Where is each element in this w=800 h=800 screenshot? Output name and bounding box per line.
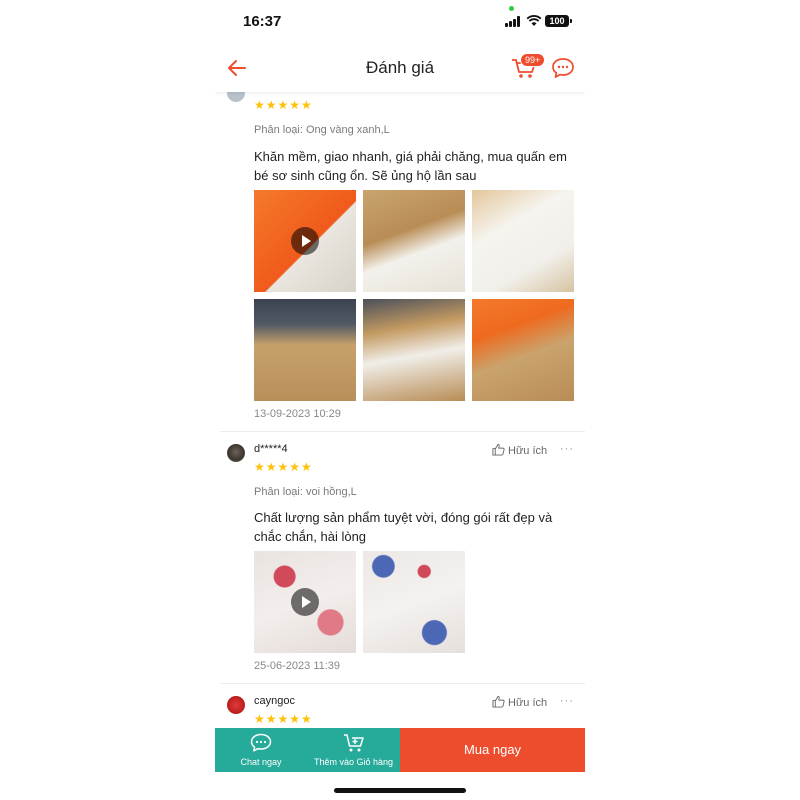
home-indicator (334, 788, 466, 793)
review-photo[interactable] (363, 551, 465, 653)
helpful-label: Hữu ích (508, 445, 548, 457)
add-to-cart-icon (344, 734, 364, 752)
signal-icon (505, 16, 521, 27)
battery-icon: 100 (545, 15, 569, 27)
phone-screen: 16:37 100 Đánh giá 99+ ★★★★★ Phân loại: … (215, 0, 585, 800)
cart-badge: 99+ (520, 53, 546, 67)
rating-stars: ★★★★★ (254, 712, 313, 726)
reviewer-name: cayngoc (254, 695, 295, 707)
review-photo[interactable] (363, 190, 465, 292)
review-photo[interactable] (472, 299, 574, 401)
add-to-cart-label: Thêm vào Giỏ hàng (313, 757, 394, 767)
more-options-button[interactable]: ··· (560, 695, 574, 707)
chat-now-button[interactable]: Chat ngay (215, 728, 307, 772)
bottom-action-bar: Chat ngay Thêm vào Giỏ hàng Mua ngay (215, 728, 585, 772)
review-date: 25-06-2023 11:39 (254, 660, 341, 672)
status-bar: 16:37 100 (215, 0, 585, 44)
divider (220, 683, 585, 684)
thumbs-up-icon (492, 443, 505, 456)
play-icon (291, 227, 319, 255)
review-video-thumbnail[interactable] (254, 551, 356, 653)
avatar (227, 444, 245, 462)
review-photo[interactable] (472, 190, 574, 292)
add-to-cart-button[interactable]: Thêm vào Giỏ hàng (307, 728, 400, 772)
status-time: 16:37 (243, 13, 282, 30)
review-photo[interactable] (254, 299, 356, 401)
helpful-button[interactable]: Hữu ích (492, 443, 547, 457)
review-comment: Chất lượng sản phẩm tuyệt vời, đóng gói … (254, 510, 553, 544)
review-date: 13-09-2023 10:29 (254, 408, 341, 420)
wifi-icon (526, 15, 542, 26)
chat-now-label: Chat ngay (240, 757, 282, 767)
header: Đánh giá 99+ (215, 44, 585, 92)
play-icon (291, 588, 319, 616)
review-comment: Khăn mềm, giao nhanh, giá phải chăng, mu… (254, 149, 567, 183)
review-photo[interactable] (363, 299, 465, 401)
helpful-label: Hữu ích (508, 697, 548, 709)
variant-label: Phân loại: Ong vàng xanh,L (254, 124, 390, 136)
chat-bubble-icon (250, 733, 272, 752)
variant-label: Phân loại: voi hồng,L (254, 486, 357, 498)
reviews-list[interactable]: ★★★★★ Phân loại: Ong vàng xanh,L Khăn mề… (215, 92, 585, 728)
review-video-thumbnail[interactable] (254, 190, 356, 292)
divider (220, 431, 585, 432)
privacy-indicator (509, 6, 514, 11)
battery-tip (570, 19, 572, 23)
avatar (227, 92, 245, 102)
rating-stars: ★★★★★ (254, 460, 313, 474)
more-options-button[interactable]: ··· (560, 443, 574, 455)
buy-now-button[interactable]: Mua ngay (400, 728, 585, 772)
rating-stars: ★★★★★ (254, 98, 313, 112)
reviewer-name: d*****4 (254, 443, 288, 455)
avatar (227, 696, 245, 714)
helpful-button[interactable]: Hữu ích (492, 695, 547, 709)
thumbs-up-icon (492, 695, 505, 708)
chat-icon[interactable] (551, 57, 575, 79)
